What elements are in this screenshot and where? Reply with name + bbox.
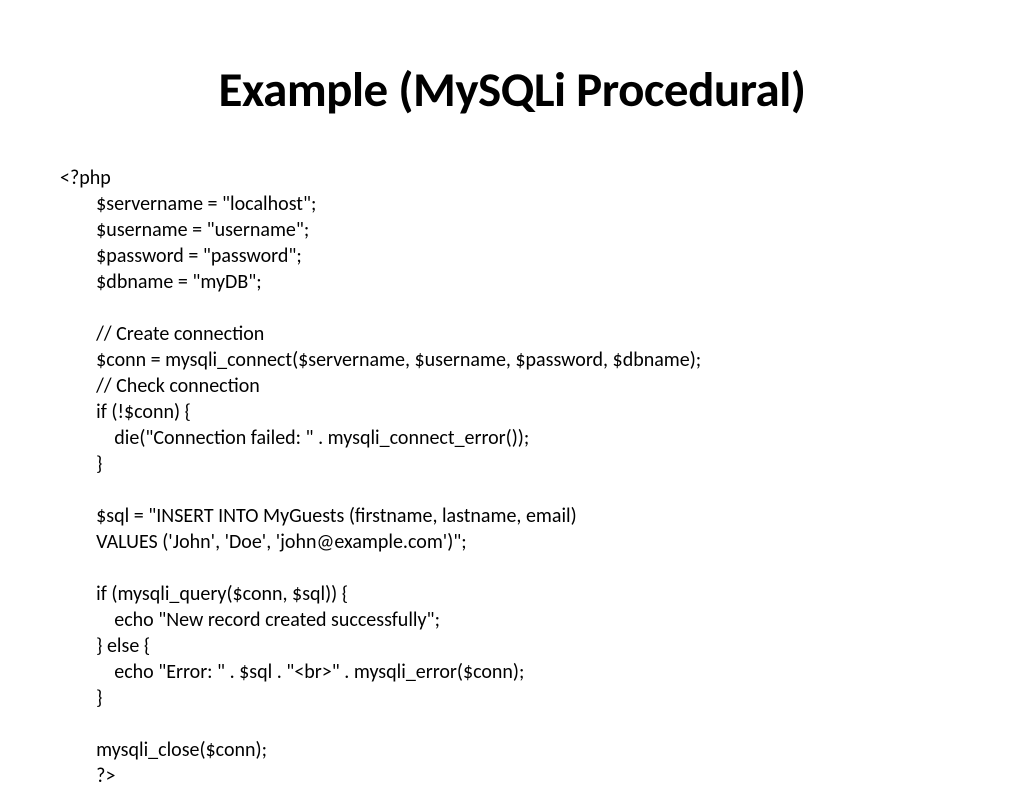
slide-title: Example (MySQLi Procedural) xyxy=(60,60,964,120)
slide-container: Example (MySQLi Procedural) <?php $serve… xyxy=(0,0,1024,768)
code-block: <?php $servername = "localhost"; $userna… xyxy=(60,165,964,789)
